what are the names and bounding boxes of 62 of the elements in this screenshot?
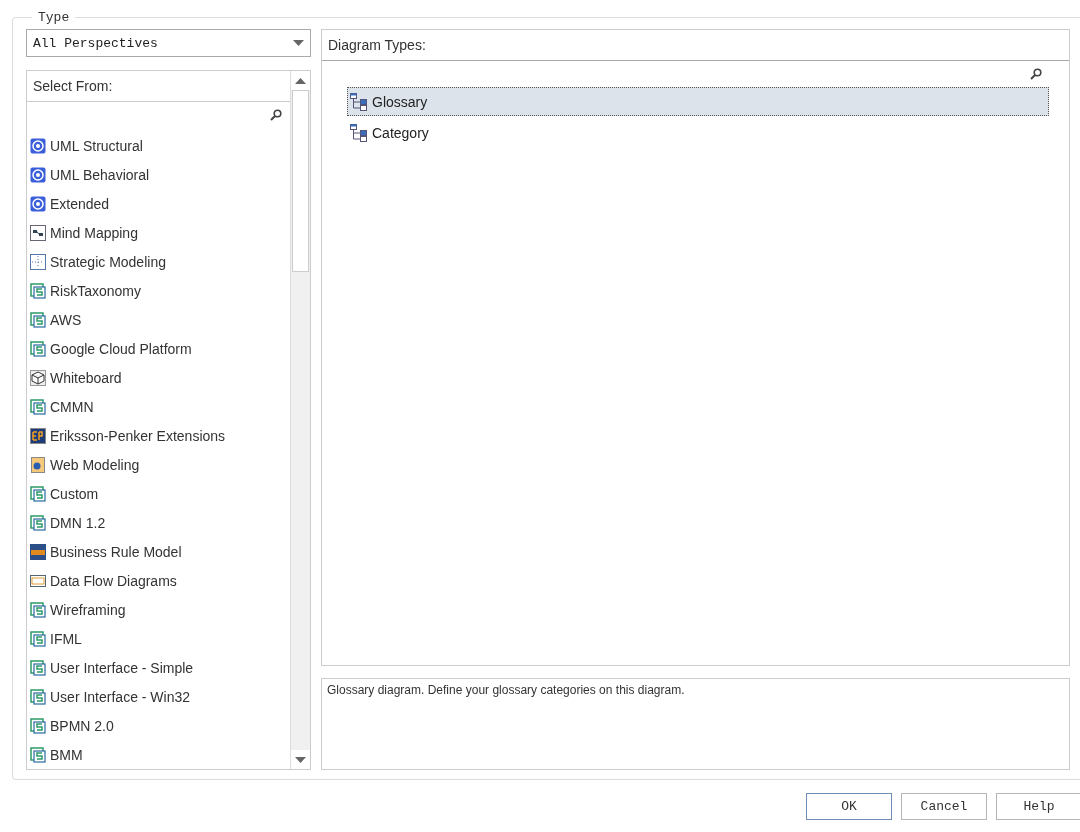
list-item[interactable]: IFML bbox=[50, 630, 82, 647]
ep-icon bbox=[30, 427, 46, 444]
scroll-down-icon[interactable] bbox=[291, 750, 310, 769]
mdg-icon bbox=[30, 340, 46, 357]
group-title: Type bbox=[37, 10, 71, 25]
grid-icon bbox=[30, 253, 46, 270]
search-icon[interactable] bbox=[270, 109, 282, 121]
list-item[interactable]: DMN 1.2 bbox=[50, 514, 106, 531]
uml-icon bbox=[30, 137, 46, 154]
mdg-icon bbox=[30, 601, 46, 618]
list-item[interactable]: Extended bbox=[50, 195, 110, 212]
mdg-icon bbox=[30, 746, 46, 763]
mdg-icon bbox=[30, 485, 46, 502]
diagram-type-item[interactable]: Category bbox=[347, 118, 1049, 147]
scroll-thumb[interactable] bbox=[292, 90, 309, 272]
list-item[interactable]: BMM bbox=[50, 746, 83, 763]
diagram-icon bbox=[350, 123, 368, 142]
caret-icon bbox=[293, 40, 304, 46]
uml-icon bbox=[30, 195, 46, 212]
list-item[interactable]: User Interface - Simple bbox=[50, 659, 194, 676]
mdg-icon bbox=[30, 717, 46, 734]
search-icon[interactable] bbox=[1030, 68, 1042, 80]
mind-map-icon bbox=[30, 224, 46, 241]
list-item[interactable]: UML Behavioral bbox=[50, 166, 150, 183]
list-item[interactable]: RiskTaxonomy bbox=[50, 282, 142, 299]
list-item[interactable]: Web Modeling bbox=[50, 456, 140, 473]
mdg-icon bbox=[30, 514, 46, 531]
mdg-icon bbox=[30, 630, 46, 647]
dialog-button[interactable]: OK bbox=[806, 793, 892, 820]
scrollbar[interactable] bbox=[290, 71, 310, 769]
list-item[interactable]: AWS bbox=[50, 311, 82, 328]
uml-icon bbox=[30, 166, 46, 183]
web-page-icon bbox=[30, 456, 46, 473]
cube-icon bbox=[30, 369, 46, 386]
panel-header: Diagram Types: bbox=[322, 30, 1069, 61]
list-item[interactable]: Eriksson-Penker Extensions bbox=[50, 427, 226, 444]
list-item[interactable]: Data Flow Diagrams bbox=[50, 572, 177, 589]
description-box: Glossary diagram. Define your glossary categories on this diagram. bbox=[321, 678, 1070, 770]
list-item[interactable]: Strategic Modeling bbox=[50, 253, 166, 270]
diagram-type-item[interactable]: Glossary bbox=[347, 87, 1049, 116]
list-item[interactable]: BPMN 2.0 bbox=[50, 717, 114, 734]
list-item[interactable]: CMMN bbox=[50, 398, 94, 415]
mdg-icon bbox=[30, 688, 46, 705]
perspective-dropdown[interactable]: All Perspectives bbox=[26, 29, 311, 57]
brm-icon bbox=[30, 543, 46, 560]
list-item[interactable]: Business Rule Model bbox=[50, 543, 182, 560]
mdg-icon bbox=[30, 659, 46, 676]
list-item[interactable]: User Interface - Win32 bbox=[50, 688, 191, 705]
dfd-icon bbox=[30, 572, 46, 589]
diagram-icon bbox=[350, 92, 368, 111]
list-item[interactable]: Mind Mapping bbox=[50, 224, 138, 241]
mdg-icon bbox=[30, 311, 46, 328]
list-item[interactable]: UML Structural bbox=[50, 137, 143, 154]
mdg-icon bbox=[30, 282, 46, 299]
list-item[interactable]: Whiteboard bbox=[50, 369, 122, 386]
mdg-icon bbox=[30, 398, 46, 415]
list-item[interactable]: Custom bbox=[50, 485, 99, 502]
list-item[interactable]: Wireframing bbox=[50, 601, 126, 618]
dialog-button[interactable]: Cancel bbox=[901, 793, 987, 820]
list-item[interactable]: Google Cloud Platform bbox=[50, 340, 192, 357]
dialog-button[interactable]: Help bbox=[996, 793, 1080, 820]
scroll-up-icon[interactable] bbox=[291, 71, 310, 90]
